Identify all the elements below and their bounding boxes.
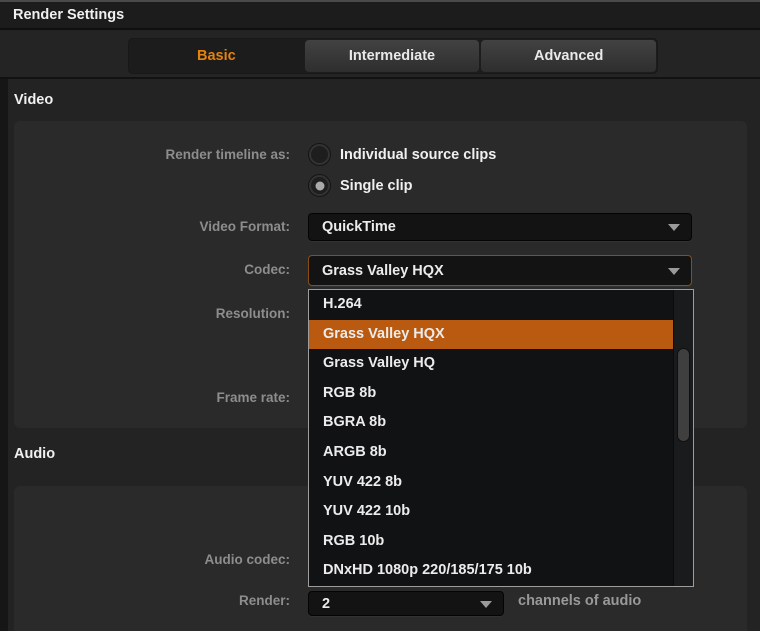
codec-option[interactable]: Grass Valley HQ [309, 349, 693, 379]
resolution-label: Resolution: [0, 305, 290, 323]
video-format-dropdown[interactable]: QuickTime [308, 213, 692, 241]
audio-codec-label: Audio codec: [0, 551, 290, 569]
radio-individual-source-clips[interactable] [309, 144, 330, 165]
audio-channels-value: 2 [322, 596, 330, 612]
codec-option[interactable]: H.264 [309, 290, 693, 320]
codec-option[interactable]: YUV 422 8b [309, 468, 693, 498]
tab-advanced-label: Advanced [534, 48, 603, 64]
chevron-down-icon [668, 224, 680, 231]
radio-individual-source-clips-label: Individual source clips [340, 145, 496, 165]
scrollbar[interactable] [673, 290, 693, 586]
codec-option[interactable]: Grass Valley HQX [309, 320, 673, 350]
chevron-down-icon [668, 268, 680, 275]
codec-value: Grass Valley HQX [322, 263, 444, 279]
dialog-title: Render Settings [13, 7, 124, 23]
tab-group: Basic Intermediate Advanced [128, 38, 658, 74]
codec-label: Codec: [0, 261, 290, 279]
codec-option[interactable]: BGRA 8b [309, 408, 693, 438]
scrollbar-thumb[interactable] [677, 348, 690, 442]
frame-rate-label: Frame rate: [0, 389, 290, 407]
audio-section-header: Audio [14, 446, 55, 462]
tab-bar: Basic Intermediate Advanced [0, 32, 760, 79]
video-format-value: QuickTime [322, 219, 396, 235]
tab-intermediate[interactable]: Intermediate [304, 39, 481, 73]
radio-single-clip-label: Single clip [340, 176, 413, 196]
tab-basic-label: Basic [197, 48, 236, 64]
codec-option[interactable]: ARGB 8b [309, 438, 693, 468]
codec-dropdown-items: H.264Grass Valley HQXGrass Valley HQRGB … [309, 290, 693, 586]
channels-of-audio-text: channels of audio [518, 592, 641, 610]
video-format-label: Video Format: [0, 218, 290, 236]
video-section-header: Video [14, 92, 53, 108]
tab-intermediate-label: Intermediate [349, 48, 435, 64]
codec-option[interactable]: RGB 8b [309, 379, 693, 409]
radio-single-clip[interactable] [309, 175, 330, 196]
dialog-titlebar: Render Settings [0, 0, 760, 30]
render-settings-dialog: Render Settings Basic Intermediate Advan… [0, 0, 760, 631]
codec-dropdown-list: H.264Grass Valley HQXGrass Valley HQRGB … [308, 289, 694, 587]
render-timeline-label: Render timeline as: [0, 146, 290, 164]
codec-option[interactable]: DNxHD 1080p 220/185/175 10b [309, 556, 693, 586]
chevron-down-icon [480, 601, 492, 608]
tab-advanced[interactable]: Advanced [480, 39, 657, 73]
radio-dot-icon [315, 181, 324, 190]
codec-option[interactable]: RGB 10b [309, 527, 693, 557]
render-channels-label: Render: [0, 592, 290, 610]
tab-basic[interactable]: Basic [129, 39, 304, 73]
codec-option[interactable]: YUV 422 10b [309, 497, 693, 527]
codec-dropdown[interactable]: Grass Valley HQX [308, 255, 692, 286]
audio-channels-dropdown[interactable]: 2 [308, 591, 504, 616]
